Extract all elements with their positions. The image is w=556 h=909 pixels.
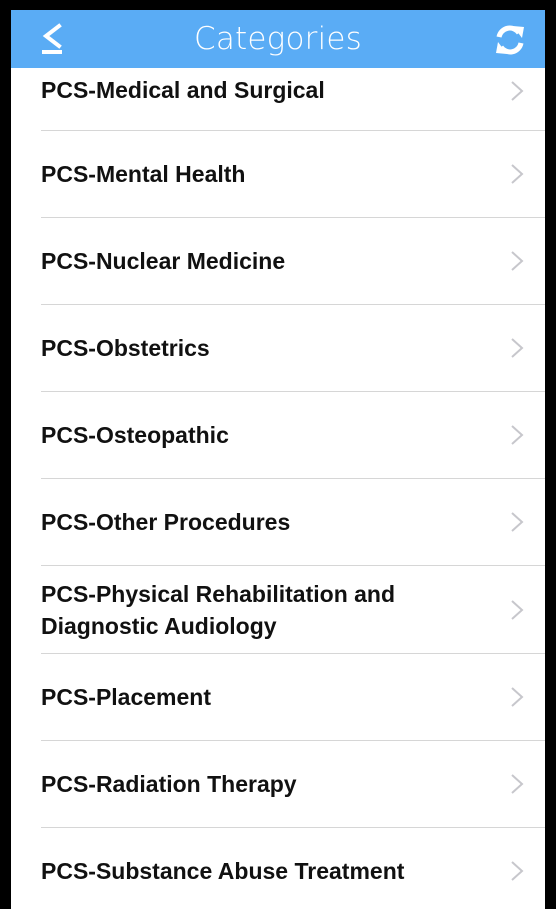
navigation-bar: Categories	[11, 10, 545, 68]
category-row-placement[interactable]: PCS-Placement	[11, 654, 545, 740]
category-label: PCS-Physical Rehabilitation and Diagnost…	[41, 581, 396, 639]
category-row-obstetrics[interactable]: PCS-Obstetrics	[11, 305, 545, 391]
chevron-right-icon	[511, 600, 524, 620]
category-row-osteopathic[interactable]: PCS-Osteopathic	[11, 392, 545, 478]
app-screen: PCS-Medical and Surgical PCS-Mental Heal…	[11, 10, 545, 909]
category-row-medical-surgical[interactable]: PCS-Medical and Surgical	[11, 66, 545, 130]
category-label: PCS-Other Procedures	[41, 509, 291, 535]
category-row-physical-rehabilitation[interactable]: PCS-Physical Rehabilitation and Diagnost…	[11, 566, 545, 653]
category-row-radiation-therapy[interactable]: PCS-Radiation Therapy	[11, 741, 545, 827]
category-label: PCS-Placement	[41, 684, 212, 710]
category-label: PCS-Nuclear Medicine	[41, 248, 286, 274]
chevron-right-icon	[511, 861, 524, 881]
chevron-right-icon	[511, 338, 524, 358]
chevron-right-icon	[511, 774, 524, 794]
category-label: PCS-Osteopathic	[41, 422, 229, 448]
category-row-nuclear-medicine[interactable]: PCS-Nuclear Medicine	[11, 218, 545, 304]
back-button[interactable]	[37, 22, 67, 56]
category-row-mental-health[interactable]: PCS-Mental Health	[11, 131, 545, 217]
chevron-right-icon	[511, 425, 524, 445]
category-label: PCS-Radiation Therapy	[41, 771, 297, 797]
category-label: PCS-Mental Health	[41, 161, 246, 187]
category-row-other-procedures[interactable]: PCS-Other Procedures	[11, 479, 545, 565]
back-arrow-icon	[42, 23, 62, 54]
chevron-right-icon	[511, 687, 524, 707]
chevron-right-icon	[511, 164, 524, 184]
category-row-substance-abuse[interactable]: PCS-Substance Abuse Treatment	[11, 828, 545, 909]
refresh-button[interactable]	[493, 24, 527, 56]
chevron-right-icon	[511, 81, 524, 101]
category-label: PCS-Medical and Surgical	[41, 77, 325, 103]
refresh-icon	[496, 25, 524, 55]
category-label: PCS-Substance Abuse Treatment	[41, 858, 405, 884]
chevron-right-icon	[511, 512, 524, 532]
chevron-right-icon	[511, 251, 524, 271]
category-label: PCS-Obstetrics	[41, 335, 210, 361]
page-title: Categories	[193, 21, 363, 57]
